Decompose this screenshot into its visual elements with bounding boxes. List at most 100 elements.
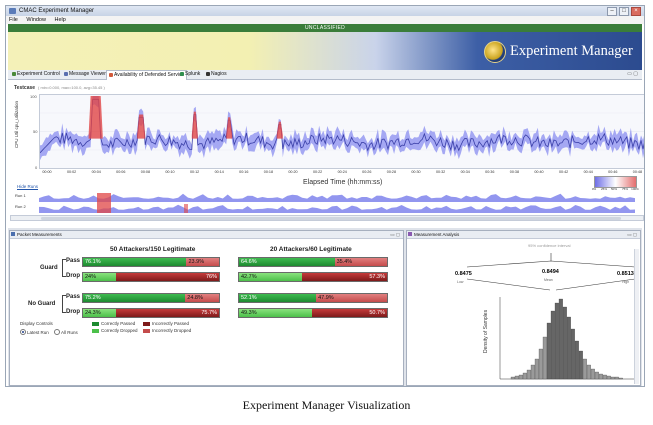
histogram-bar bbox=[526, 369, 531, 380]
x-tick: 00:46 bbox=[608, 170, 618, 174]
scale-tick: 75% bbox=[621, 187, 629, 191]
histogram-bar bbox=[606, 375, 611, 380]
maximize-button[interactable]: □ bbox=[619, 7, 629, 16]
vertical-scrollbar[interactable] bbox=[634, 249, 639, 384]
no-guard-label: No Guard bbox=[28, 301, 56, 307]
packet-bar-50[interactable]: 75.2% 24.8% bbox=[82, 293, 220, 303]
correct-segment: 42.7% bbox=[239, 273, 303, 281]
timeseries-view: Testcase ( min=0.000, max=100.0, avg=35.… bbox=[8, 80, 644, 228]
packet-bar-20[interactable]: 52.1% 47.9% bbox=[238, 293, 388, 303]
testcase-stats: ( min=0.000, max=100.0, avg=35.45 ) bbox=[38, 85, 105, 90]
hide-runs-link[interactable]: Hide Runs bbox=[17, 184, 38, 189]
runs-overview[interactable] bbox=[39, 192, 635, 214]
x-tick: 00:14 bbox=[214, 170, 224, 174]
menu-window[interactable]: Window bbox=[26, 17, 46, 23]
histogram-bar bbox=[514, 375, 519, 380]
histogram-bar bbox=[546, 322, 551, 380]
run-high-marker bbox=[184, 204, 188, 213]
figure-caption: Experiment Manager Visualization bbox=[242, 398, 411, 412]
packet-bar-50[interactable]: 24% 76% bbox=[82, 272, 220, 282]
y-tick: 0 bbox=[35, 165, 38, 170]
x-tick: 00:22 bbox=[312, 170, 323, 174]
tab-message-viewer[interactable]: Message Viewer bbox=[62, 70, 108, 79]
segment-value: 23.9% bbox=[188, 259, 205, 265]
packet-bar-20[interactable]: 42.7% 57.3% bbox=[238, 272, 388, 282]
scrollbar-thumb[interactable] bbox=[41, 217, 621, 220]
histogram-bar bbox=[574, 340, 579, 380]
tab-experiment-control[interactable]: Experiment Control bbox=[10, 70, 62, 79]
panel-controls[interactable]: ▭ ▢ bbox=[390, 231, 400, 238]
row-type-label: Drop bbox=[66, 273, 80, 279]
testcase-label: Testcase bbox=[14, 85, 36, 91]
incorrect-segment: 76% bbox=[115, 273, 219, 281]
tab-nagios[interactable]: Nagios bbox=[204, 70, 229, 79]
legend-incorrectly-dropped: Incorrectly Dropped bbox=[143, 328, 191, 333]
menu-bar: File Window Help bbox=[6, 16, 644, 24]
x-tick: 00:38 bbox=[509, 170, 520, 174]
row-type-label: Pass bbox=[66, 294, 81, 300]
menu-help[interactable]: Help bbox=[55, 17, 66, 23]
tab-label: Experiment Control bbox=[17, 71, 60, 77]
menu-file[interactable]: File bbox=[9, 17, 18, 23]
horizontal-scrollbar[interactable] bbox=[10, 215, 644, 221]
incorrect-segment: 35.4% bbox=[334, 258, 387, 266]
experiment-icon bbox=[12, 71, 16, 76]
y-tick: 100 bbox=[30, 94, 37, 99]
segment-value: 76% bbox=[205, 274, 217, 280]
histogram-bar bbox=[518, 374, 523, 380]
run-label: Run 2 bbox=[15, 204, 26, 209]
packet-bar-50[interactable]: 76.1% 23.9% bbox=[82, 257, 220, 267]
legend-label: Incorrectly Dropped bbox=[152, 328, 192, 333]
high-cpu-spike bbox=[88, 96, 103, 139]
scale-tick: 50% bbox=[610, 187, 618, 191]
x-tick: 00:26 bbox=[362, 170, 372, 174]
minimize-button[interactable]: – bbox=[607, 7, 617, 16]
classification-banner: UNCLASSIFIED bbox=[8, 24, 642, 32]
ci-high-label: High bbox=[622, 280, 630, 284]
incorrect-segment: 47.9% bbox=[316, 294, 387, 302]
tab-label: Availability of Defended Service bbox=[114, 72, 185, 78]
chart-icon bbox=[109, 72, 113, 77]
histogram-bar bbox=[562, 306, 567, 380]
packet-bar-20[interactable]: 64.6% 35.4% bbox=[238, 257, 388, 267]
histogram-bar bbox=[586, 364, 591, 380]
histogram-bar bbox=[558, 298, 563, 380]
radio-all-runs[interactable]: All Runs bbox=[54, 329, 78, 335]
histogram-bar bbox=[594, 371, 599, 380]
ci-low-value: 0.8475 bbox=[455, 271, 472, 277]
panel-controls[interactable]: ▭ ▢ bbox=[627, 231, 637, 238]
segment-value: 42.7% bbox=[241, 274, 257, 280]
correct-segment: 76.1% bbox=[83, 258, 187, 266]
ci-bracket bbox=[466, 260, 636, 268]
measurement-panel-header: Measurement Analysis ▭ ▢ bbox=[407, 231, 640, 239]
run-1-band bbox=[39, 193, 635, 202]
radio-button[interactable] bbox=[20, 329, 26, 335]
panel-title: Packet Measurements bbox=[17, 232, 62, 237]
x-tick: 00:34 bbox=[460, 170, 470, 174]
radio-latest-run[interactable]: Latest Run bbox=[20, 329, 49, 335]
histogram-bar bbox=[578, 350, 583, 380]
x-tick: 00:44 bbox=[583, 170, 593, 174]
packet-bar-20[interactable]: 49.3% 50.7% bbox=[238, 308, 388, 318]
histogram-bar bbox=[602, 374, 607, 380]
agency-seal-icon bbox=[484, 41, 506, 63]
histogram-bar bbox=[570, 328, 575, 380]
tab-availability[interactable]: Availability of Defended Service bbox=[106, 70, 188, 80]
tab-label: Splunk bbox=[185, 71, 201, 77]
close-button[interactable]: × bbox=[631, 7, 641, 16]
radio-button[interactable] bbox=[54, 329, 60, 335]
segment-value: 75.7% bbox=[201, 310, 217, 316]
segment-value: 35.4% bbox=[336, 259, 353, 265]
histogram-bar bbox=[534, 358, 539, 380]
packet-bar-50[interactable]: 24.3% 75.7% bbox=[82, 308, 220, 318]
splunk-icon bbox=[180, 71, 184, 76]
cpu-utilization-plot[interactable] bbox=[39, 94, 644, 169]
histogram-bar bbox=[554, 302, 559, 380]
histogram-bar bbox=[530, 364, 535, 380]
guard-label: Guard bbox=[40, 265, 58, 271]
x-tick: 00:20 bbox=[288, 170, 298, 174]
view-controls[interactable]: ▭ ▢ bbox=[627, 70, 638, 79]
ci-low-label: Low bbox=[457, 280, 464, 284]
x-tick: 00:36 bbox=[485, 170, 495, 174]
tab-splunk[interactable]: Splunk bbox=[178, 70, 202, 79]
